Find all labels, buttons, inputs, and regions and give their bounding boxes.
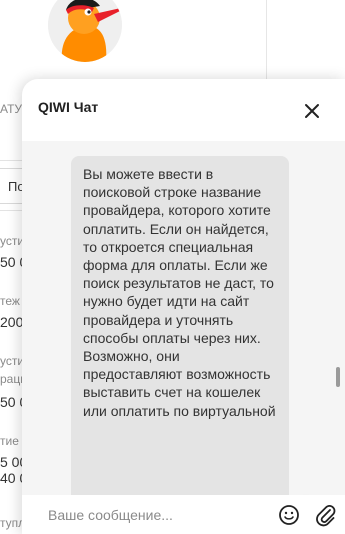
chat-title: QIWI Чат: [38, 99, 99, 115]
message-bubble: Вы можете ввести в поисковой строке назв…: [71, 156, 289, 495]
close-icon: [305, 104, 319, 118]
background-row-label: теж: [0, 294, 20, 308]
background-divider: [266, 0, 267, 90]
message-composer: [22, 495, 345, 534]
message-list[interactable]: Вы можете ввести в поисковой строке назв…: [22, 141, 345, 495]
close-button[interactable]: [298, 97, 326, 125]
scrollbar[interactable]: [336, 141, 340, 495]
qiwi-mascot-logo: [48, 0, 122, 62]
attach-button[interactable]: [314, 503, 336, 527]
chat-header: QIWI Чат: [22, 79, 345, 141]
background-row-label: тие: [0, 434, 19, 448]
smile-icon: [279, 505, 299, 525]
background-row-value: 200: [0, 314, 24, 330]
paperclip-icon: [316, 505, 336, 527]
emoji-button[interactable]: [278, 504, 300, 526]
background-row-label: усти: [0, 354, 25, 368]
chat-widget: QIWI Чат Вы можете ввести в поисковой ст…: [22, 79, 345, 534]
scrollbar-thumb[interactable]: [336, 367, 340, 387]
message-input[interactable]: [48, 503, 258, 527]
background-header-label: АТУ: [0, 102, 23, 116]
background-row-label: усти: [0, 234, 25, 248]
